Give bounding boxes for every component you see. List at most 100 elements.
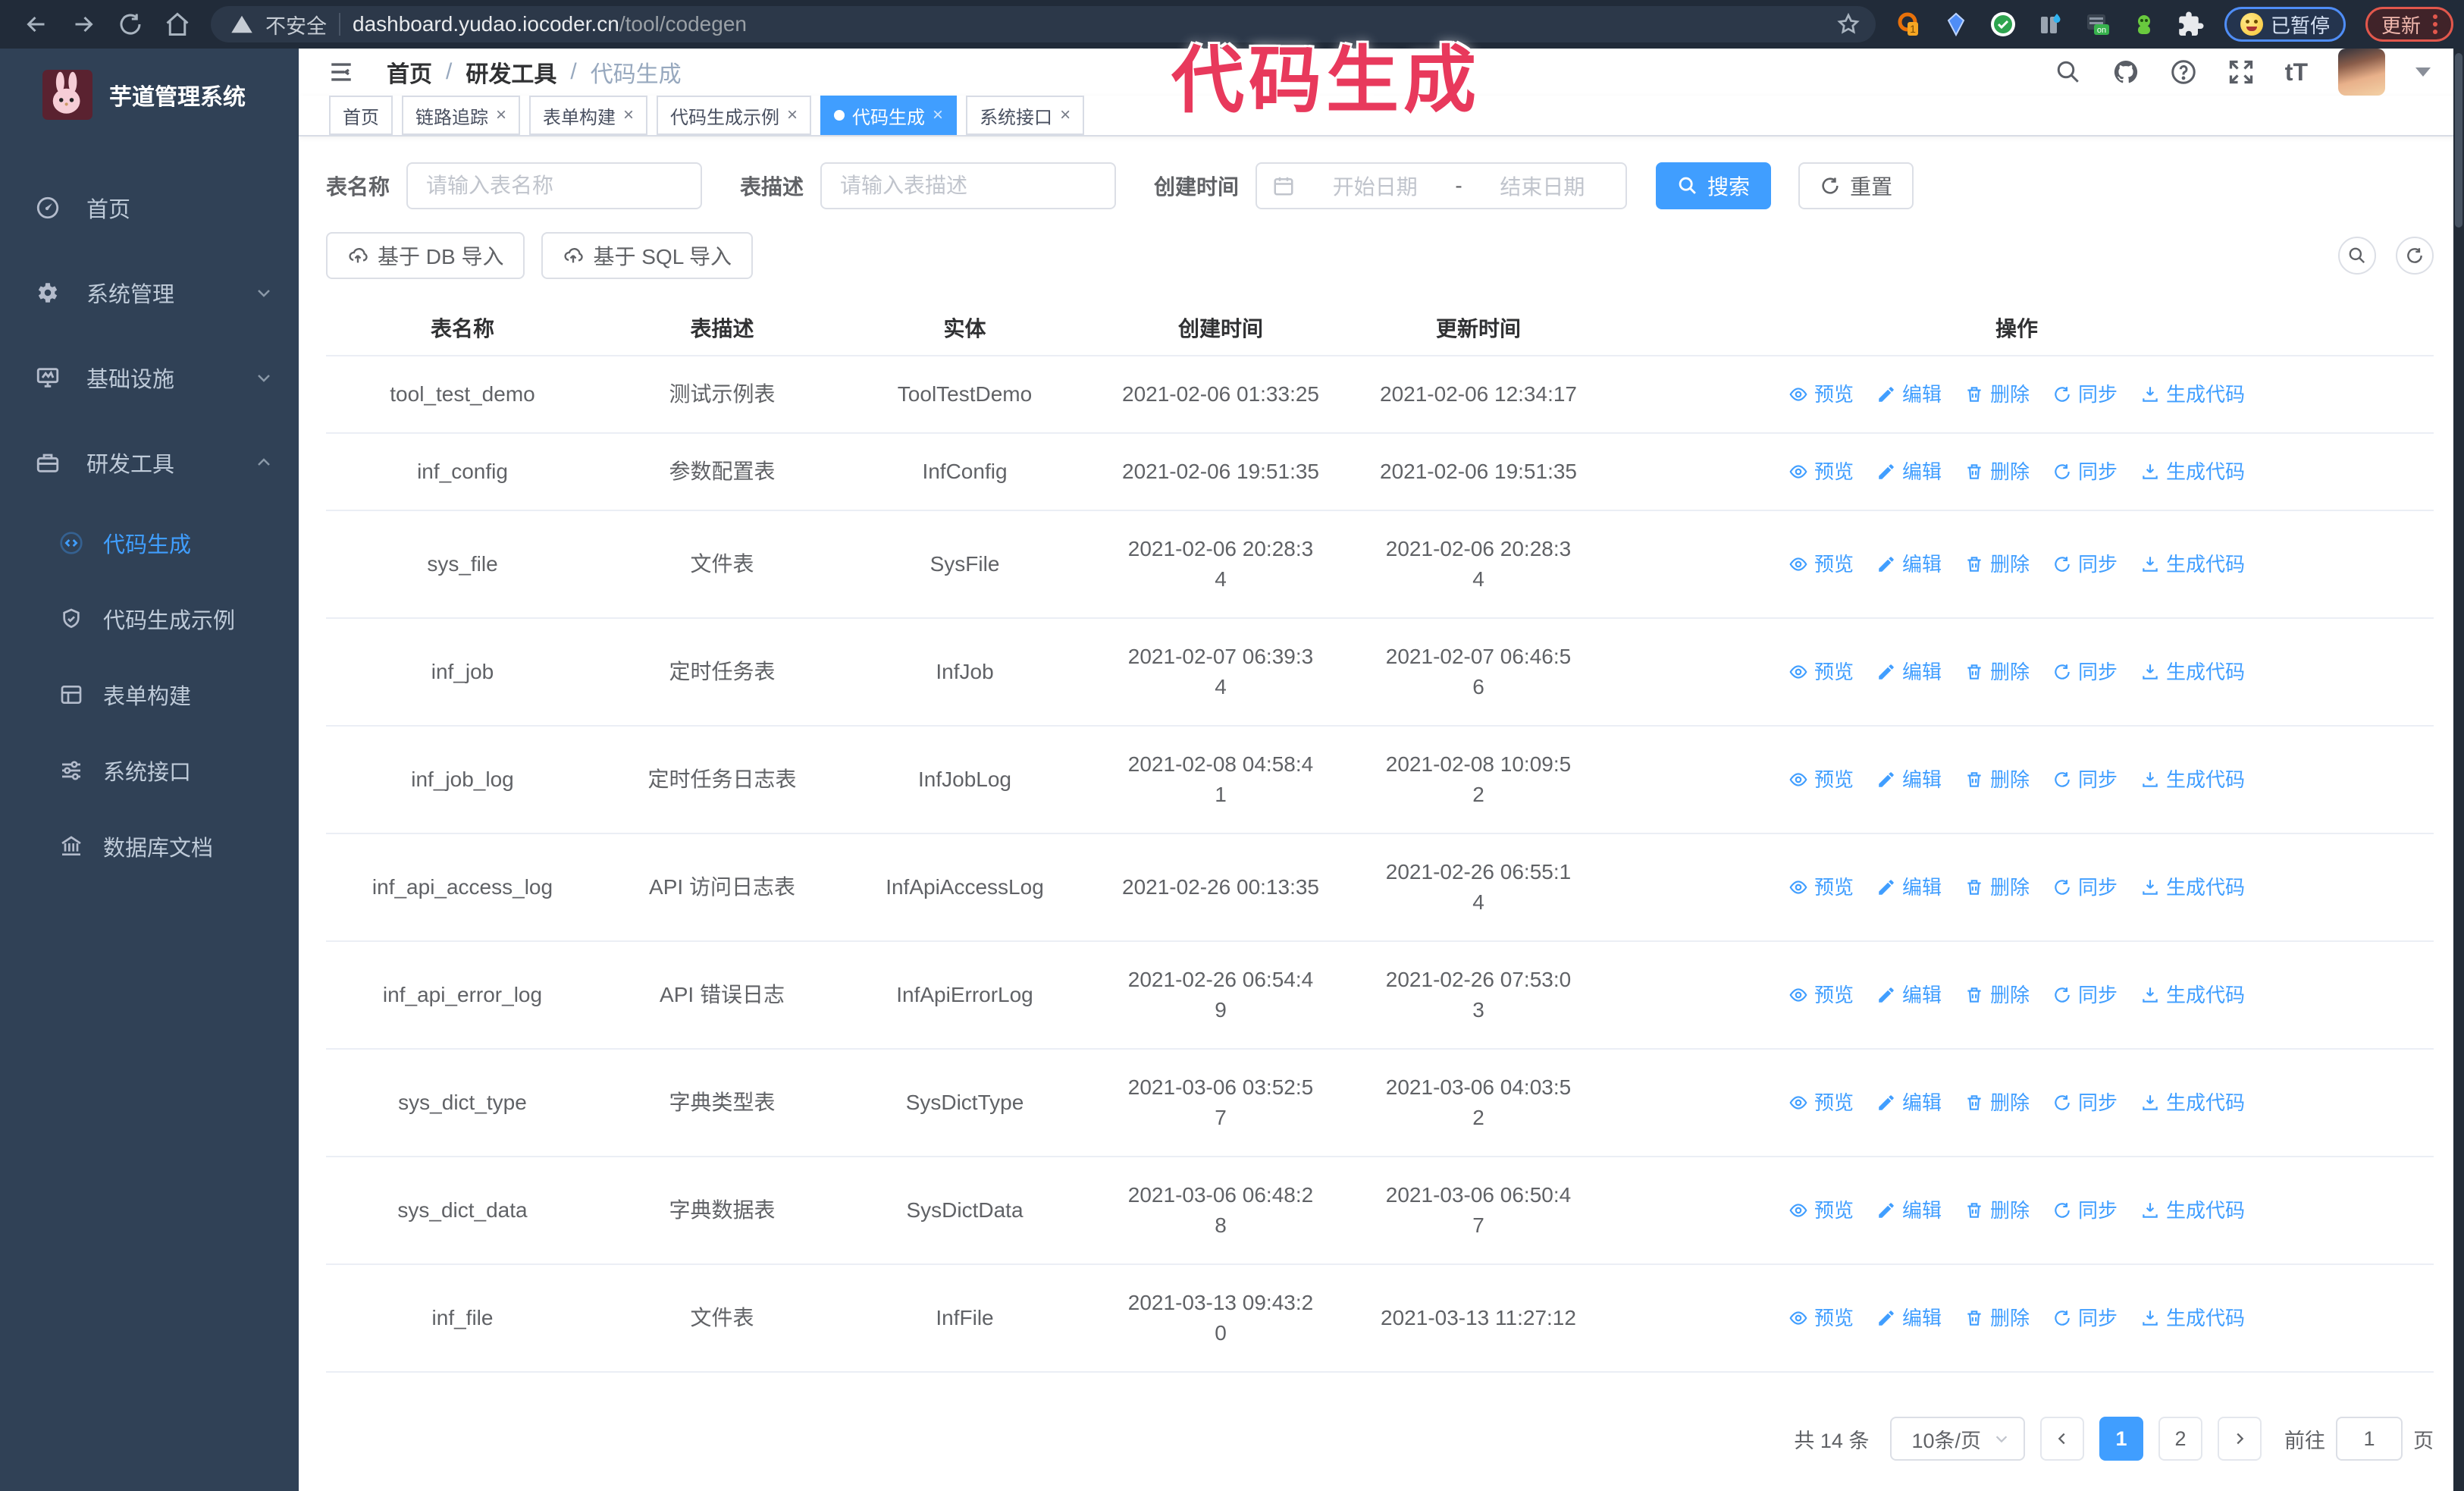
forward-icon[interactable] xyxy=(70,11,97,38)
sidebar-item-codegen[interactable]: 代码生成 xyxy=(0,505,299,581)
tab-form-builder[interactable]: 表单构建 × xyxy=(529,96,648,135)
close-icon[interactable]: × xyxy=(1060,106,1071,124)
extension-green-check-icon[interactable] xyxy=(1989,11,2017,38)
help-icon[interactable] xyxy=(2170,58,2197,86)
sidebar-item-system[interactable]: 系统管理 xyxy=(0,250,299,335)
toggle-search-button[interactable] xyxy=(2338,237,2376,275)
page-size-select[interactable]: 10条/页 xyxy=(1890,1417,2025,1461)
logo-row[interactable]: 芋道管理系统 xyxy=(0,49,299,143)
edit-link[interactable]: 编辑 xyxy=(1876,549,1942,579)
generate-code-link[interactable]: 生成代码 xyxy=(2140,1088,2245,1118)
tab-home[interactable]: 首页 xyxy=(329,96,393,135)
back-icon[interactable] xyxy=(23,11,50,38)
delete-link[interactable]: 删除 xyxy=(1964,1303,2030,1333)
sidebar-item-db-doc[interactable]: 数据库文档 xyxy=(0,808,299,884)
edit-link[interactable]: 编辑 xyxy=(1876,657,1942,687)
next-page-button[interactable] xyxy=(2218,1417,2262,1461)
sync-link[interactable]: 同步 xyxy=(2052,872,2118,902)
edit-link[interactable]: 编辑 xyxy=(1876,379,1942,410)
close-icon[interactable]: × xyxy=(787,106,798,124)
paused-badge[interactable]: 已暂停 xyxy=(2224,7,2346,42)
address-bar[interactable]: 不安全 dashboard.yudao.iocoder.cn/tool/code… xyxy=(211,6,1876,42)
preview-link[interactable]: 预览 xyxy=(1788,872,1854,902)
home-icon[interactable] xyxy=(164,11,191,38)
preview-link[interactable]: 预览 xyxy=(1788,1303,1854,1333)
generate-code-link[interactable]: 生成代码 xyxy=(2140,379,2245,410)
sidebar-item-system-api[interactable]: 系统接口 xyxy=(0,733,299,808)
sync-link[interactable]: 同步 xyxy=(2052,657,2118,687)
github-icon[interactable] xyxy=(2112,58,2140,86)
sync-link[interactable]: 同步 xyxy=(2052,379,2118,410)
generate-code-link[interactable]: 生成代码 xyxy=(2140,657,2245,687)
delete-link[interactable]: 删除 xyxy=(1964,980,2030,1010)
fullscreen-icon[interactable] xyxy=(2227,58,2255,86)
generate-code-link[interactable]: 生成代码 xyxy=(2140,457,2245,487)
delete-link[interactable]: 删除 xyxy=(1964,549,2030,579)
generate-code-link[interactable]: 生成代码 xyxy=(2140,872,2245,902)
reset-button[interactable]: 重置 xyxy=(1798,162,1914,209)
update-button[interactable]: 更新 xyxy=(2365,7,2453,42)
edit-link[interactable]: 编辑 xyxy=(1876,1088,1942,1118)
table-desc-input[interactable] xyxy=(820,162,1117,209)
url-text[interactable]: dashboard.yudao.iocoder.cn/tool/codegen xyxy=(353,12,747,36)
page-button-1[interactable]: 1 xyxy=(2099,1417,2143,1461)
extension-alien-icon[interactable] xyxy=(2130,11,2158,38)
extension-gem-icon[interactable] xyxy=(1942,11,1970,38)
sidebar-item-home[interactable]: 首页 xyxy=(0,165,299,250)
import-db-button[interactable]: 基于 DB 导入 xyxy=(326,232,525,279)
delete-link[interactable]: 删除 xyxy=(1964,379,2030,410)
edit-link[interactable]: 编辑 xyxy=(1876,1195,1942,1226)
extension-drop-icon[interactable] xyxy=(2036,11,2064,38)
preview-link[interactable]: 预览 xyxy=(1788,980,1854,1010)
edit-link[interactable]: 编辑 xyxy=(1876,872,1942,902)
generate-code-link[interactable]: 生成代码 xyxy=(2140,764,2245,795)
close-icon[interactable]: × xyxy=(496,106,506,124)
hamburger-icon[interactable] xyxy=(326,59,356,85)
preview-link[interactable]: 预览 xyxy=(1788,1195,1854,1226)
bookmark-star-icon[interactable] xyxy=(1836,12,1861,36)
delete-link[interactable]: 删除 xyxy=(1964,457,2030,487)
refresh-table-button[interactable] xyxy=(2396,237,2434,275)
close-icon[interactable]: × xyxy=(623,106,634,124)
search-button[interactable]: 搜索 xyxy=(1656,162,1772,209)
sidebar-item-form-builder[interactable]: 表单构建 xyxy=(0,657,299,733)
sidebar-item-codegen-example[interactable]: 代码生成示例 xyxy=(0,581,299,657)
reload-icon[interactable] xyxy=(117,11,144,38)
goto-page-input[interactable] xyxy=(2336,1417,2403,1461)
sidebar-item-devtools[interactable]: 研发工具 xyxy=(0,420,299,505)
font-size-icon[interactable]: tT xyxy=(2285,58,2308,86)
delete-link[interactable]: 删除 xyxy=(1964,657,2030,687)
browser-menu-icon[interactable] xyxy=(2433,14,2437,34)
sync-link[interactable]: 同步 xyxy=(2052,764,2118,795)
date-start-placeholder[interactable]: 开始日期 xyxy=(1307,171,1443,201)
delete-link[interactable]: 删除 xyxy=(1964,872,2030,902)
page-button-2[interactable]: 2 xyxy=(2158,1417,2202,1461)
edit-link[interactable]: 编辑 xyxy=(1876,764,1942,795)
breadcrumb-home[interactable]: 首页 xyxy=(387,55,432,89)
sync-link[interactable]: 同步 xyxy=(2052,980,2118,1010)
generate-code-link[interactable]: 生成代码 xyxy=(2140,1195,2245,1226)
browser-scrollbar[interactable] xyxy=(2453,49,2464,1491)
close-icon[interactable]: × xyxy=(933,106,943,124)
date-range-picker[interactable]: 开始日期 - 结束日期 xyxy=(1256,162,1628,209)
preview-link[interactable]: 预览 xyxy=(1788,457,1854,487)
preview-link[interactable]: 预览 xyxy=(1788,549,1854,579)
edit-link[interactable]: 编辑 xyxy=(1876,1303,1942,1333)
sync-link[interactable]: 同步 xyxy=(2052,1195,2118,1226)
tab-codegen[interactable]: 代码生成 × xyxy=(820,96,958,135)
breadcrumb-devtools[interactable]: 研发工具 xyxy=(466,55,556,89)
extension-orange-icon[interactable]: 1 xyxy=(1895,11,1923,38)
search-icon[interactable] xyxy=(2055,58,2082,86)
tab-codegen-example[interactable]: 代码生成示例 × xyxy=(657,96,812,135)
security-warning-icon[interactable] xyxy=(230,13,253,36)
generate-code-link[interactable]: 生成代码 xyxy=(2140,549,2245,579)
avatar-caret-icon[interactable] xyxy=(2415,67,2431,77)
prev-page-button[interactable] xyxy=(2040,1417,2084,1461)
tab-tracing[interactable]: 链路追踪 × xyxy=(402,96,521,135)
security-label[interactable]: 不安全 xyxy=(265,10,327,39)
extensions-puzzle-icon[interactable] xyxy=(2177,11,2205,38)
sync-link[interactable]: 同步 xyxy=(2052,1088,2118,1118)
delete-link[interactable]: 删除 xyxy=(1964,764,2030,795)
extension-on-icon[interactable]: on xyxy=(2083,11,2111,38)
delete-link[interactable]: 删除 xyxy=(1964,1088,2030,1118)
